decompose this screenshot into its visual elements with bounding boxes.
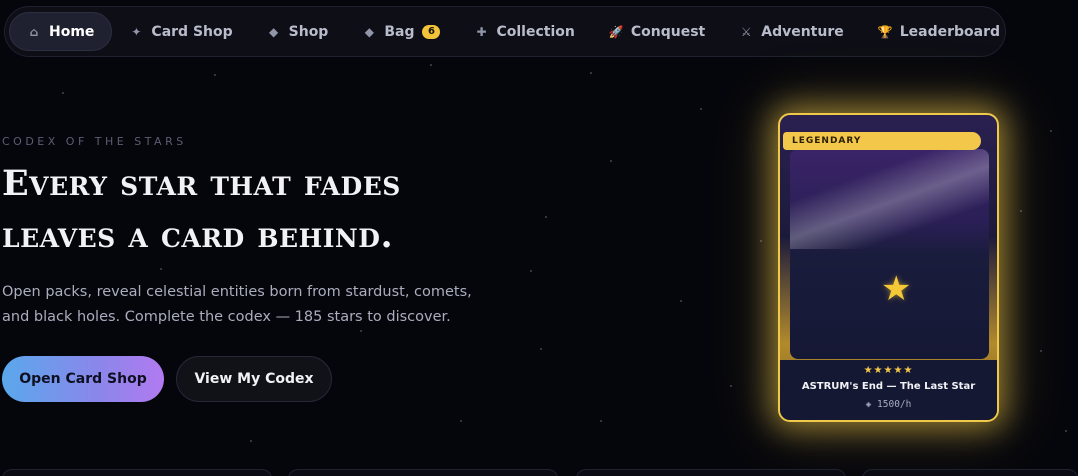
stat-pill [576,469,846,476]
nav-item-label: Adventure [761,23,844,40]
card-shine [790,149,989,249]
card-rate: ◈ 1500/h [865,399,912,410]
card-artwork: ★ [790,149,989,359]
card-name: ASTRUM's End — The Last Star [801,381,976,392]
headline-line-2: leaves a card behind. [2,215,394,256]
stat-pill [2,469,272,476]
nav-item-home[interactable]: ⌂ Home [9,12,113,51]
card-rating: ★★★★★ [863,365,914,376]
nav-item-label: Bag [384,23,415,40]
stat-pill [862,469,1078,476]
nav-item-label: Card Shop [151,23,233,40]
star-icon: ★ [881,269,912,309]
hero-eyebrow: Codex of the Stars [2,135,187,148]
nav-item-shop[interactable]: ◆ Shop [250,12,346,51]
hero-description: Open packs, reveal celestial entities bo… [2,280,492,330]
rocket-icon: 🚀 [608,24,624,39]
open-card-shop-button[interactable]: Open Card Shop [2,356,164,402]
plus-circle-icon: ✚ [476,24,487,39]
diamond-icon: ◆ [364,24,374,39]
diamond-icon: ◆ [269,24,279,39]
nav-item-label: Home [49,23,95,40]
featured-card[interactable]: ★ LEGENDARY ★★★★★ ASTRUM's End — The Las… [778,113,999,422]
nav-item-bag[interactable]: ◆ Bag 6 [345,12,457,51]
nav-item-label: Leaderboard [899,23,1001,40]
home-icon: ⌂ [29,24,39,39]
nav-item-adventure[interactable]: ⚔ Adventure [722,12,861,51]
crossed-swords-icon: ⚔ [740,24,752,39]
card-rarity-ribbon: LEGENDARY [783,132,981,150]
nav-item-label: Conquest [630,23,706,40]
stat-pill [288,469,558,476]
description-line-2: and black holes. Complete the codex — 18… [2,309,451,325]
bag-count-badge: 6 [422,24,441,39]
headline-line-1: Every star that fades [2,163,401,204]
main-navigation: ⌂ Home ✦ Card Shop ◆ Shop ◆ Bag 6 ✚ Coll… [4,6,1006,57]
hero-headline: Every star that fades leaves a card behi… [2,158,542,262]
nav-item-label: Collection [496,23,575,40]
nav-item-collection[interactable]: ✚ Collection [457,12,591,51]
trophy-icon: 🏆 [877,24,893,39]
nav-item-leaderboard[interactable]: 🏆 Leaderboard [861,12,1017,51]
description-line-1: Open packs, reveal celestial entities bo… [2,284,472,300]
sparkle-icon: ✦ [131,24,142,39]
nav-item-card-shop[interactable]: ✦ Card Shop [112,12,249,51]
view-my-codex-button[interactable]: View My Codex [176,356,332,402]
nav-item-label: Shop [288,23,329,40]
nav-item-conquest[interactable]: 🚀 Conquest [592,12,722,51]
